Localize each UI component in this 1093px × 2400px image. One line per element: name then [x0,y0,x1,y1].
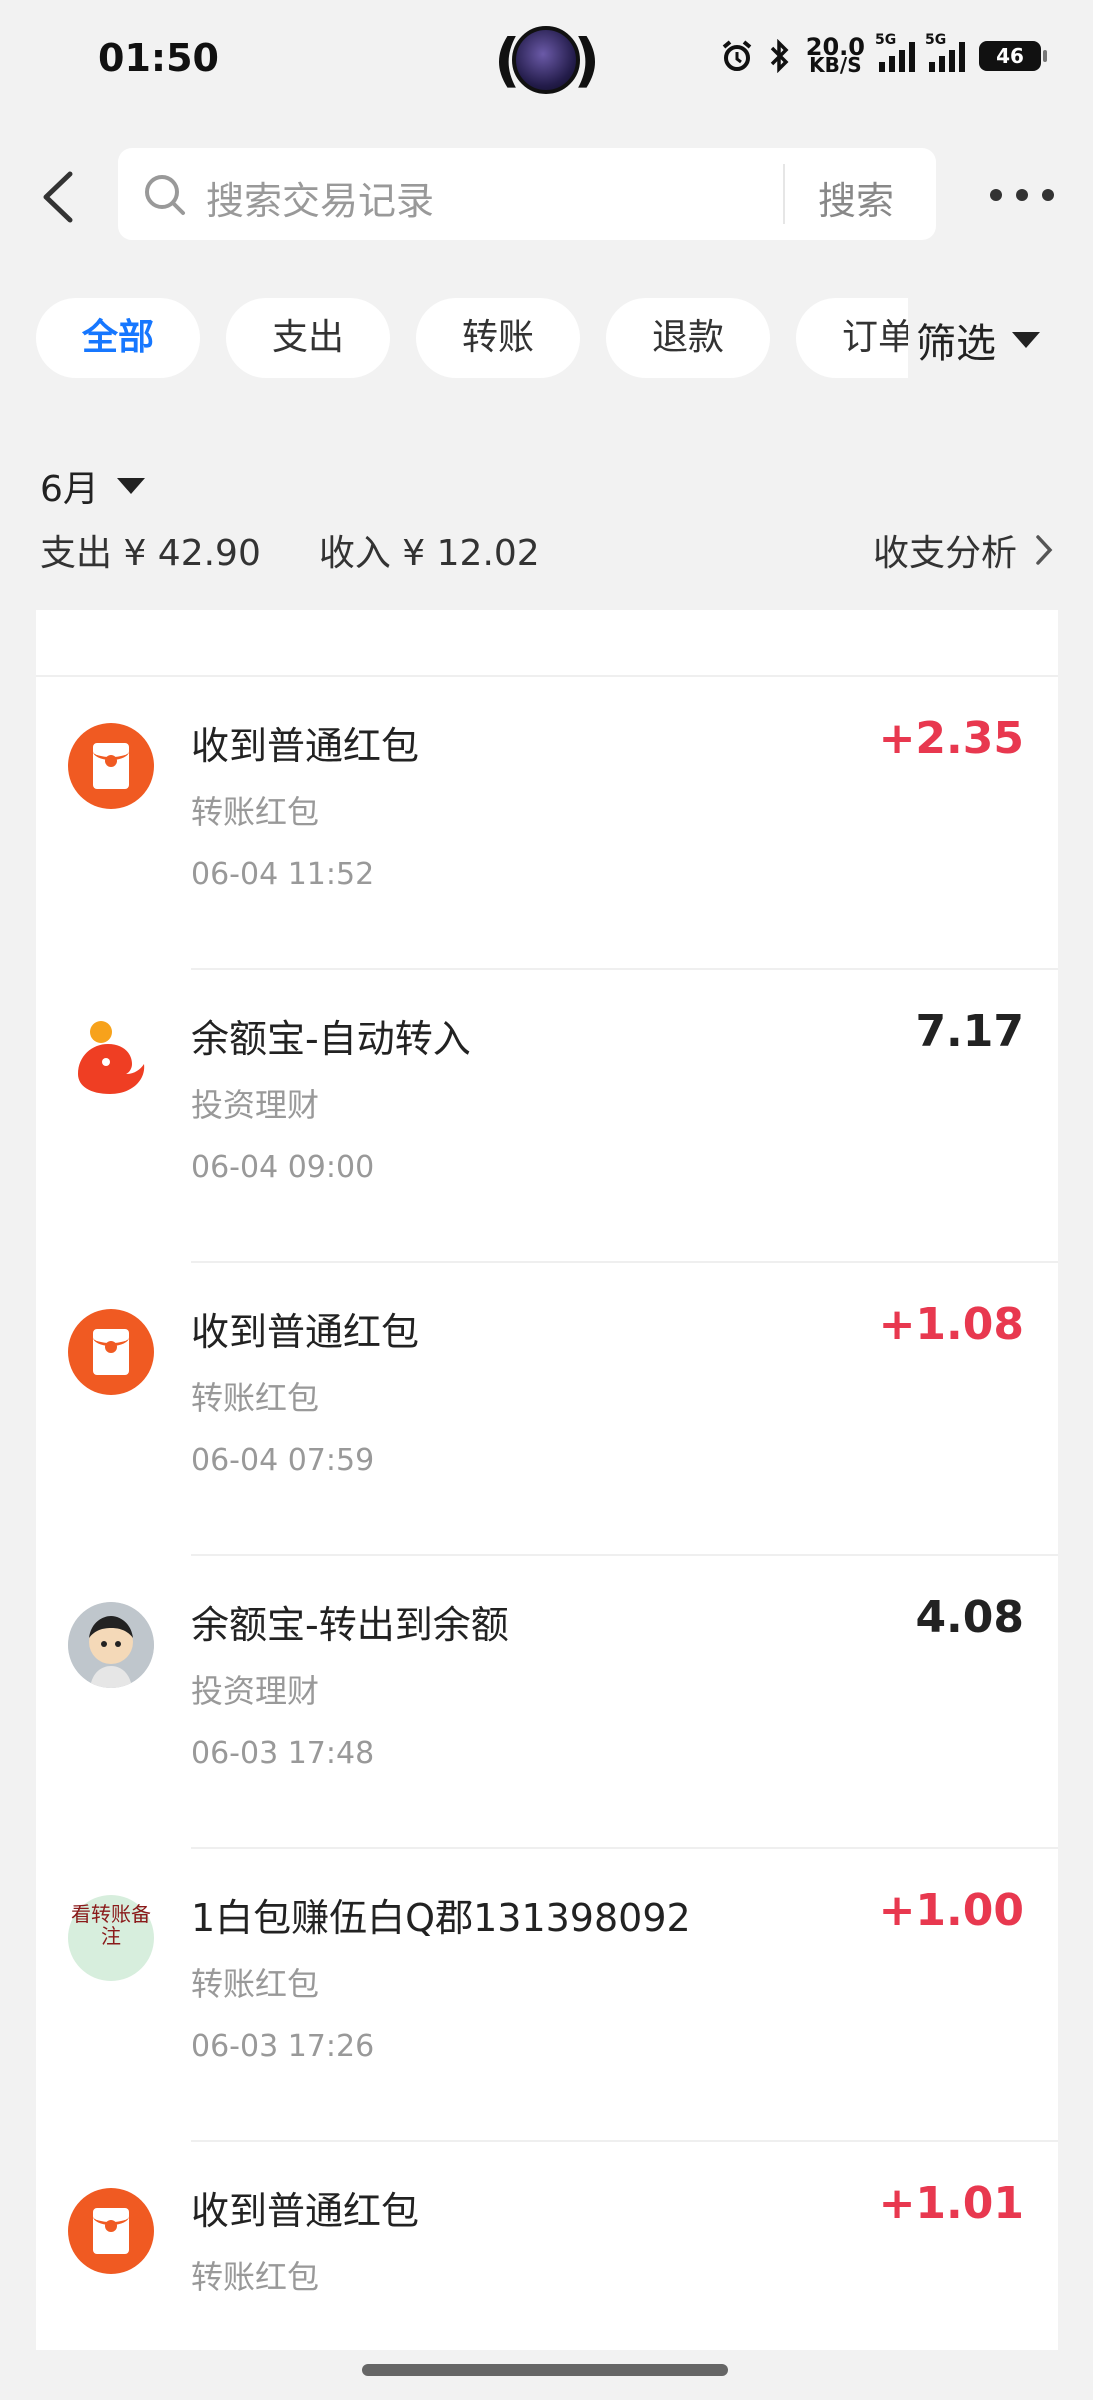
transaction-time: 06-04 07:59 [191,1443,375,1478]
transaction-amount: +1.01 [878,2178,1024,2229]
user-avatar [68,1602,154,1688]
transaction-title: 收到普通红包 [191,1310,420,1354]
transaction-row[interactable]: 余额宝-转出到余额 投资理财 06-03 17:48 4.08 [36,1556,1058,1849]
transaction-amount: +2.35 [878,713,1024,764]
transaction-category: 投资理财 [191,1086,320,1124]
filter-label: 筛选 [916,321,996,367]
analysis-label: 收支分析 [872,533,1017,574]
album-art-icon [512,26,580,94]
transaction-row[interactable]: 余额宝-自动转入 投资理财 06-04 09:00 7.17 [36,970,1058,1263]
search-button[interactable]: 搜索 [818,170,894,225]
expense-total: 支出 ¥ 42.90 [40,533,261,574]
search-icon [145,175,185,215]
chip-expense[interactable]: 支出 [226,298,390,378]
network-speed: 20.0 KB/S [805,33,865,77]
transaction-category: 转账红包 [191,1379,320,1417]
month-summary: 支出 ¥ 42.90 收入 ¥ 12.02 [40,524,540,576]
bluetooth-icon [770,39,789,73]
dropdown-triangle-icon [116,478,145,494]
search-input[interactable]: 搜索交易记录 [206,170,434,225]
chip-all[interactable]: 全部 [36,298,200,378]
transaction-title: 1白包赚伍白Q郡131398092 [191,1896,691,1940]
transaction-row[interactable]: 收到普通红包 转账红包 +1.01 [36,2142,1058,2350]
more-options-icon[interactable] [990,180,1060,210]
transaction-row[interactable]: 看转账备注 1白包赚伍白Q郡131398092 转账红包 06-03 17:26… [36,1849,1058,2142]
transaction-category: 投资理财 [191,1672,320,1710]
status-icons: 20.0 KB/S 5G 5G 46 [720,32,1047,77]
transaction-title: 收到普通红包 [191,2189,420,2233]
back-arrow-icon[interactable] [38,168,78,226]
transaction-amount: +1.00 [878,1885,1024,1936]
home-indicator[interactable] [362,2364,728,2376]
red-packet-icon [68,1309,154,1395]
transaction-title: 余额宝-自动转入 [191,1017,471,1061]
alarm-icon [722,40,752,71]
transaction-category: 转账红包 [191,2258,320,2296]
dynamic-island: () [494,26,600,94]
transaction-title: 收到普通红包 [191,724,420,768]
status-bar: 01:50 () 20.0 KB/S 5G 5G 46 [0,0,1093,124]
transaction-row[interactable]: 收到普通红包 转账红包 06-04 11:52 +2.35 [36,677,1058,970]
analysis-link[interactable]: 收支分析 [873,524,1053,576]
transaction-list: 收到普通红包 转账红包 06-04 11:52 +2.35 余额宝-自动转入 投… [36,610,1058,2350]
transaction-time: 06-04 09:00 [191,1150,375,1185]
transaction-category: 转账红包 [191,793,320,831]
transaction-amount: 7.17 [915,1006,1024,1057]
signal-1-icon: 5G [875,32,915,72]
transaction-time: 06-03 17:26 [191,2029,375,2064]
battery-icon: 46 [979,41,1047,71]
red-packet-icon [68,2188,154,2274]
dropdown-triangle-icon [1012,332,1040,348]
yuebao-icon [78,1021,145,1094]
signal-2-icon: 5G [925,32,965,72]
month-selector[interactable]: 6月 [40,460,145,512]
search-bar[interactable]: 搜索交易记录 搜索 [118,148,936,240]
transaction-amount: 4.08 [915,1592,1024,1643]
chip-transfer[interactable]: 转账 [416,298,580,378]
chevron-right-icon [1036,535,1053,565]
filter-button[interactable]: 筛选 [908,298,1093,382]
chip-refund[interactable]: 退款 [606,298,770,378]
transaction-category: 转账红包 [191,1965,320,2003]
text-avatar: 看转账备注 [68,1895,154,1981]
transaction-title: 余额宝-转出到余额 [191,1603,509,1647]
transaction-amount: +1.08 [878,1299,1024,1350]
transaction-time: 06-04 11:52 [191,857,375,892]
month-label: 6月 [40,469,99,510]
status-time: 01:50 [98,36,219,80]
transaction-row[interactable]: 收到普通红包 转账红包 06-04 07:59 +1.08 [36,1263,1058,1556]
transaction-time: 06-03 17:48 [191,1736,375,1771]
red-packet-icon [68,723,154,809]
income-total: 收入 ¥ 12.02 [318,533,540,574]
search-divider [783,164,785,224]
